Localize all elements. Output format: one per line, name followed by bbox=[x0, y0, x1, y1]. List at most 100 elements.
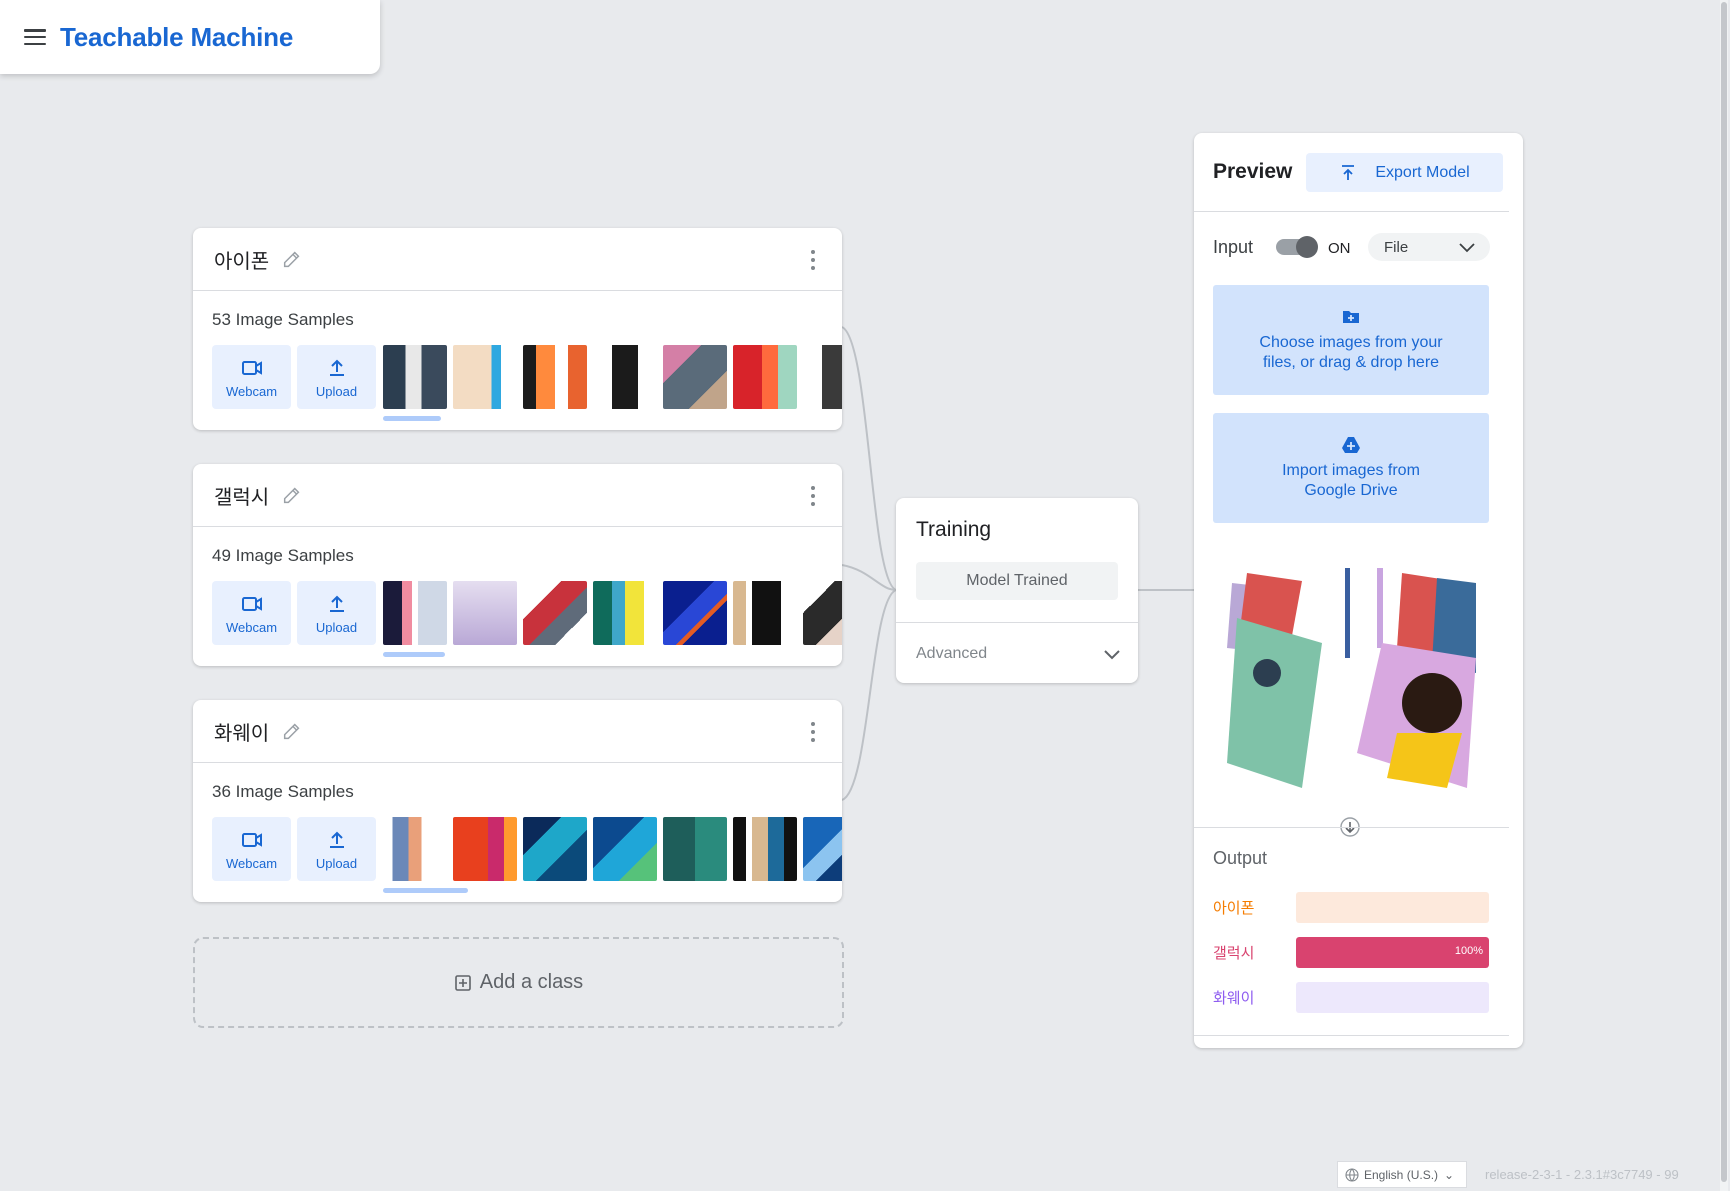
sample-thumbnail[interactable] bbox=[383, 581, 447, 645]
output-row: 갤럭시 100% bbox=[1213, 936, 1489, 968]
sample-thumbnail[interactable] bbox=[593, 345, 657, 409]
sample-thumbnails bbox=[383, 345, 842, 409]
menu-icon[interactable] bbox=[24, 29, 46, 45]
confidence-bar bbox=[1296, 891, 1489, 923]
class-card: 화웨이 36 Image Samples Webcam Upload bbox=[193, 700, 842, 902]
folder-add-icon bbox=[1343, 311, 1359, 323]
class-name[interactable]: 아이폰 bbox=[214, 245, 269, 274]
google-drive-import[interactable]: Import images from Google Drive bbox=[1213, 413, 1489, 523]
output-row: 아이폰 bbox=[1213, 891, 1489, 923]
thumbnail-scrollbar[interactable] bbox=[383, 652, 445, 657]
export-label: Export Model bbox=[1375, 163, 1470, 181]
thumbnail-scrollbar[interactable] bbox=[383, 888, 468, 893]
sample-thumbnail[interactable] bbox=[523, 345, 587, 409]
webcam-label: Webcam bbox=[225, 619, 278, 635]
page-scrollbar[interactable] bbox=[1720, 0, 1728, 1191]
more-options-icon[interactable] bbox=[810, 250, 816, 270]
class-name[interactable]: 화웨이 bbox=[214, 717, 269, 746]
edit-icon[interactable] bbox=[281, 248, 303, 270]
input-source-value: File bbox=[1384, 238, 1409, 256]
sample-thumbnail[interactable] bbox=[803, 817, 842, 881]
add-class-label: Add a class bbox=[479, 971, 584, 993]
confidence-bar bbox=[1296, 981, 1489, 1013]
sample-thumbnail[interactable] bbox=[733, 345, 797, 409]
upload-icon bbox=[329, 831, 344, 848]
preview-title: Preview bbox=[1213, 160, 1293, 183]
sample-thumbnail[interactable] bbox=[383, 817, 447, 881]
language-select[interactable]: English (U.S.) ⌄ bbox=[1337, 1161, 1467, 1188]
output-row: 화웨이 bbox=[1213, 981, 1489, 1013]
sample-thumbnail[interactable] bbox=[803, 581, 842, 645]
confidence-percent: 100% bbox=[1454, 944, 1483, 957]
webcam-button[interactable]: Webcam bbox=[212, 345, 291, 409]
sample-thumbnail[interactable] bbox=[523, 817, 587, 881]
samples-count: 49 Image Samples bbox=[212, 546, 354, 565]
video-camera-icon bbox=[241, 832, 262, 847]
chevron-down-icon: ⌄ bbox=[1444, 1167, 1455, 1182]
sample-thumbnail[interactable] bbox=[663, 817, 727, 881]
sample-thumbnail[interactable] bbox=[663, 581, 727, 645]
sample-thumbnail[interactable] bbox=[733, 581, 797, 645]
webcam-button[interactable]: Webcam bbox=[212, 581, 291, 645]
preview-image bbox=[1227, 563, 1476, 794]
drive-text-2: Google Drive bbox=[1304, 482, 1398, 499]
edit-icon[interactable] bbox=[281, 720, 303, 742]
sample-thumbnail[interactable] bbox=[453, 581, 517, 645]
input-toggle[interactable] bbox=[1276, 236, 1318, 258]
release-version: release-2-3-1 - 2.3.1#3c7749 - 99 bbox=[1485, 1167, 1679, 1182]
divider bbox=[1194, 827, 1509, 828]
app-title[interactable]: Teachable Machine bbox=[60, 22, 293, 53]
sample-thumbnail[interactable] bbox=[733, 817, 797, 881]
class-card-header: 아이폰 bbox=[193, 228, 842, 291]
thumbnail-scrollbar[interactable] bbox=[383, 416, 441, 421]
sample-thumbnail[interactable] bbox=[803, 345, 842, 409]
file-drop-text-2: files, or drag & drop here bbox=[1262, 354, 1440, 371]
google-drive-icon bbox=[1342, 437, 1360, 453]
upload-button[interactable]: Upload bbox=[297, 345, 376, 409]
class-name[interactable]: 갤럭시 bbox=[214, 481, 269, 510]
model-trained-button[interactable]: Model Trained bbox=[916, 562, 1118, 600]
edit-icon[interactable] bbox=[281, 484, 303, 506]
sample-thumbnail[interactable] bbox=[593, 581, 657, 645]
export-model-button[interactable]: Export Model bbox=[1306, 153, 1503, 192]
file-drop-zone[interactable]: Choose images from your files, or drag &… bbox=[1213, 285, 1489, 395]
upload-button[interactable]: Upload bbox=[297, 581, 376, 645]
chevron-down-icon bbox=[1104, 649, 1120, 659]
video-camera-icon bbox=[241, 596, 262, 611]
sample-thumbnail[interactable] bbox=[593, 817, 657, 881]
class-card-header: 갤럭시 bbox=[193, 464, 842, 527]
toggle-state: ON bbox=[1328, 240, 1351, 257]
export-icon bbox=[1342, 164, 1355, 180]
more-options-icon[interactable] bbox=[810, 722, 816, 742]
advanced-label: Advanced bbox=[916, 644, 988, 662]
advanced-toggle[interactable]: Advanced bbox=[896, 622, 1138, 684]
sample-thumbnail[interactable] bbox=[453, 345, 517, 409]
upload-icon bbox=[329, 359, 344, 376]
output-class-name: 아이폰 bbox=[1213, 899, 1255, 917]
upload-label: Upload bbox=[315, 619, 358, 635]
upload-label: Upload bbox=[315, 855, 358, 871]
sample-thumbnail[interactable] bbox=[523, 581, 587, 645]
globe-icon bbox=[1345, 1167, 1359, 1182]
preview-panel: Preview Export Model Input ON File Choos… bbox=[1194, 133, 1523, 1048]
input-source-select[interactable]: File bbox=[1368, 233, 1490, 261]
webcam-button[interactable]: Webcam bbox=[212, 817, 291, 881]
upload-button[interactable]: Upload bbox=[297, 817, 376, 881]
add-class-button[interactable]: Add a class bbox=[193, 937, 844, 1028]
class-card: 갤럭시 49 Image Samples Webcam Upload bbox=[193, 464, 842, 666]
sample-thumbnail[interactable] bbox=[663, 345, 727, 409]
file-drop-text-1: Choose images from your bbox=[1259, 334, 1443, 351]
training-title: Training bbox=[916, 518, 992, 541]
video-camera-icon bbox=[241, 360, 262, 375]
samples-count: 36 Image Samples bbox=[212, 782, 354, 801]
sample-thumbnail[interactable] bbox=[383, 345, 447, 409]
upload-icon bbox=[329, 595, 344, 612]
more-options-icon[interactable] bbox=[810, 486, 816, 506]
training-panel: Training Model Trained Advanced bbox=[896, 498, 1138, 683]
sample-thumbnail[interactable] bbox=[453, 817, 517, 881]
chevron-down-icon bbox=[1459, 243, 1475, 253]
webcam-label: Webcam bbox=[225, 855, 278, 871]
input-label: Input bbox=[1213, 237, 1254, 257]
sample-thumbnails bbox=[383, 581, 842, 645]
drive-text-1: Import images from bbox=[1282, 462, 1420, 479]
